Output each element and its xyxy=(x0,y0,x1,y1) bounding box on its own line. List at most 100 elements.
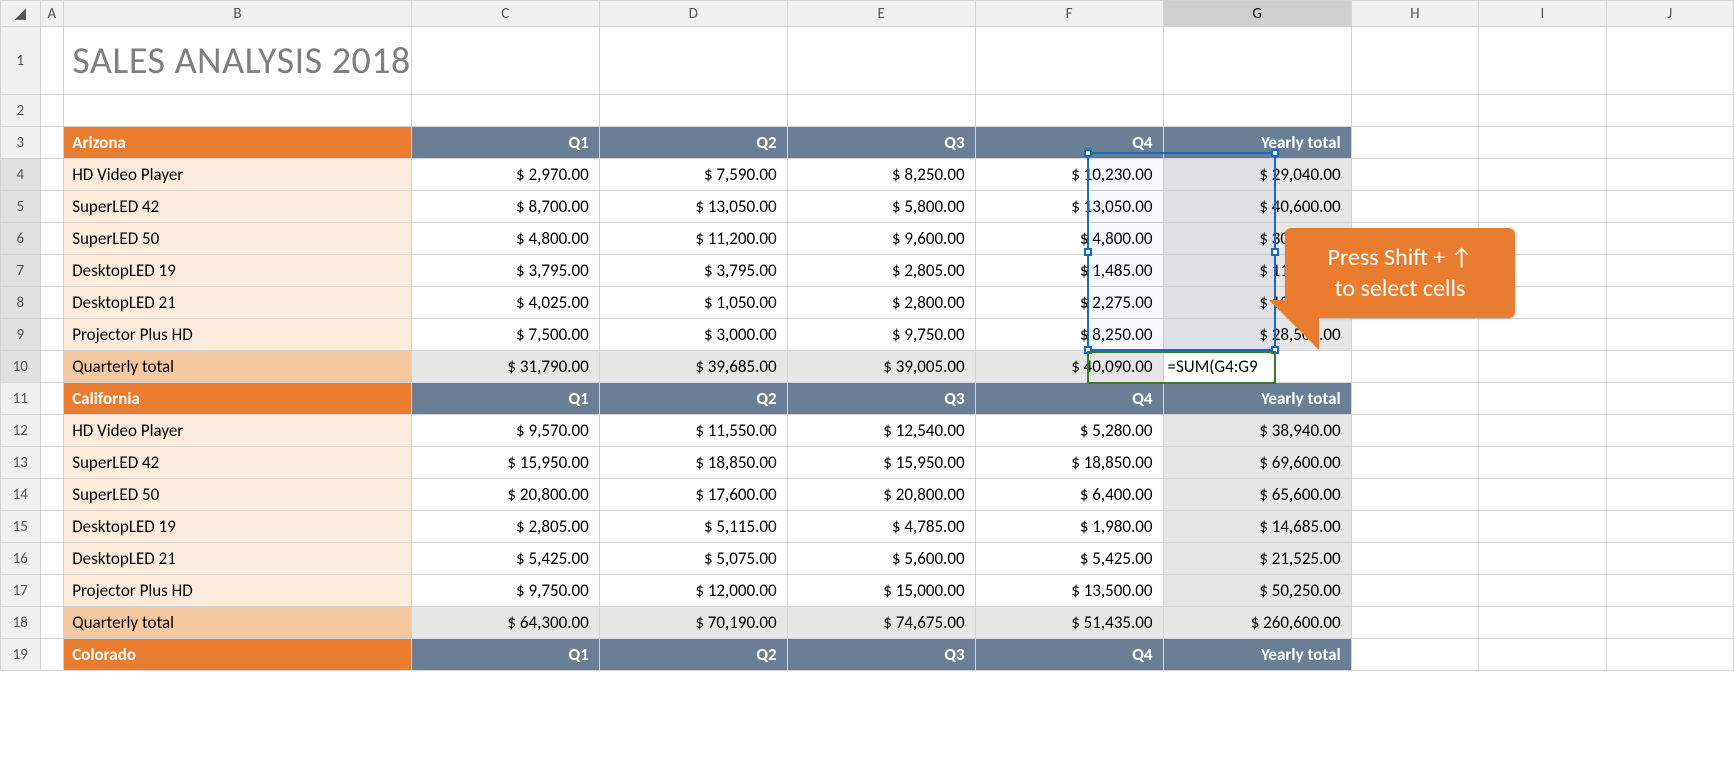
cell[interactable] xyxy=(1479,319,1606,351)
cell[interactable]: $ 7,590.00 xyxy=(599,159,787,191)
cell[interactable] xyxy=(40,543,64,575)
row-header-12[interactable]: 12 xyxy=(1,415,41,447)
cell[interactable] xyxy=(40,639,64,671)
cell[interactable] xyxy=(1606,479,1733,511)
quarterly-total-label[interactable]: Quarterly total xyxy=(64,351,412,383)
col-header-H[interactable]: H xyxy=(1351,1,1478,27)
row-header-16[interactable]: 16 xyxy=(1,543,41,575)
cell[interactable] xyxy=(1606,351,1733,383)
cell[interactable] xyxy=(40,575,64,607)
cell[interactable]: $ 12,540.00 xyxy=(787,415,975,447)
cell[interactable] xyxy=(1606,575,1733,607)
cell[interactable]: $ 1,980.00 xyxy=(975,511,1163,543)
cell[interactable]: $ 12,000.00 xyxy=(599,575,787,607)
cell[interactable]: $ 20,800.00 xyxy=(411,479,599,511)
region-header-california[interactable]: California xyxy=(64,383,412,415)
cell[interactable]: $ 2,800.00 xyxy=(787,287,975,319)
cell[interactable] xyxy=(40,447,64,479)
col-header-C[interactable]: C xyxy=(411,1,599,27)
row-header-11[interactable]: 11 xyxy=(1,383,41,415)
cell[interactable]: $ 13,500.00 xyxy=(975,575,1163,607)
cell[interactable]: $ 18,850.00 xyxy=(599,447,787,479)
cell[interactable]: $ 9,570.00 xyxy=(411,415,599,447)
cell[interactable]: $ 9,600.00 xyxy=(787,223,975,255)
cell[interactable] xyxy=(1606,607,1733,639)
region-header-arizona[interactable]: Arizona xyxy=(64,127,412,159)
cell[interactable] xyxy=(1606,255,1733,287)
row-header-3[interactable]: 3 xyxy=(1,127,41,159)
row-header-2[interactable]: 2 xyxy=(1,95,41,127)
row-header-10[interactable]: 10 xyxy=(1,351,41,383)
product-name[interactable]: DesktopLED 19 xyxy=(64,511,412,543)
col-label-yearly[interactable]: Yearly total xyxy=(1163,639,1351,671)
cell[interactable]: $ 15,000.00 xyxy=(787,575,975,607)
col-header-B[interactable]: B xyxy=(64,1,412,27)
cell[interactable]: $ 8,700.00 xyxy=(411,191,599,223)
cell[interactable]: $ 5,800.00 xyxy=(787,191,975,223)
col-header-G[interactable]: G xyxy=(1163,1,1351,27)
cell[interactable] xyxy=(1351,127,1478,159)
cell[interactable]: $ 3,000.00 xyxy=(599,319,787,351)
cell[interactable] xyxy=(1479,607,1606,639)
cell[interactable] xyxy=(1351,447,1478,479)
cell[interactable]: $ 1,050.00 xyxy=(599,287,787,319)
cell[interactable] xyxy=(1479,639,1606,671)
cell[interactable] xyxy=(40,27,64,95)
cell[interactable] xyxy=(1606,447,1733,479)
cell[interactable] xyxy=(40,287,64,319)
cell[interactable] xyxy=(64,95,412,127)
col-label-yearly[interactable]: Yearly total xyxy=(1163,383,1351,415)
cell[interactable]: $ 2,970.00 xyxy=(411,159,599,191)
formula-input-cell[interactable]: =SUM(G4:G9 xyxy=(1163,351,1351,383)
cell[interactable]: $ 2,805.00 xyxy=(411,511,599,543)
cell[interactable]: $ 6,400.00 xyxy=(975,479,1163,511)
cell[interactable] xyxy=(1351,351,1478,383)
row-header-7[interactable]: 7 xyxy=(1,255,41,287)
cell[interactable] xyxy=(1606,543,1733,575)
product-name[interactable]: SuperLED 42 xyxy=(64,191,412,223)
cell[interactable]: $ 5,075.00 xyxy=(599,543,787,575)
cell[interactable] xyxy=(1351,575,1478,607)
cell[interactable]: $ 9,750.00 xyxy=(787,319,975,351)
cell[interactable] xyxy=(1479,575,1606,607)
cell[interactable] xyxy=(40,511,64,543)
cell[interactable]: $ 9,750.00 xyxy=(411,575,599,607)
product-name[interactable]: DesktopLED 21 xyxy=(64,287,412,319)
col-label-q1[interactable]: Q1 xyxy=(411,127,599,159)
row-header-15[interactable]: 15 xyxy=(1,511,41,543)
cell[interactable]: $ 21,525.00 xyxy=(1163,543,1351,575)
cell[interactable]: $ 5,115.00 xyxy=(599,511,787,543)
cell[interactable]: $ 11,200.00 xyxy=(599,223,787,255)
cell[interactable] xyxy=(1606,319,1733,351)
cell[interactable]: $ 3,795.00 xyxy=(599,255,787,287)
col-label-q4[interactable]: Q4 xyxy=(975,127,1163,159)
cell[interactable] xyxy=(975,95,1163,127)
cell[interactable] xyxy=(1351,27,1478,95)
cell[interactable] xyxy=(1479,447,1606,479)
cell[interactable] xyxy=(1606,127,1733,159)
cell[interactable]: $ 5,425.00 xyxy=(411,543,599,575)
row-header-18[interactable]: 18 xyxy=(1,607,41,639)
cell[interactable]: $ 40,600.00 xyxy=(1163,191,1351,223)
row-header-8[interactable]: 8 xyxy=(1,287,41,319)
cell[interactable] xyxy=(599,95,787,127)
cell[interactable]: $ 8,250.00 xyxy=(975,319,1163,351)
row-header-4[interactable]: 4 xyxy=(1,159,41,191)
cell[interactable] xyxy=(40,383,64,415)
cell[interactable] xyxy=(1479,415,1606,447)
cell[interactable]: $ 17,600.00 xyxy=(599,479,787,511)
cell[interactable]: $ 3,795.00 xyxy=(411,255,599,287)
cell[interactable]: $ 5,425.00 xyxy=(975,543,1163,575)
col-label-q3[interactable]: Q3 xyxy=(787,383,975,415)
cell[interactable]: $ 7,500.00 xyxy=(411,319,599,351)
col-label-q2[interactable]: Q2 xyxy=(599,383,787,415)
row-header-5[interactable]: 5 xyxy=(1,191,41,223)
product-name[interactable]: SuperLED 50 xyxy=(64,479,412,511)
cell[interactable] xyxy=(1479,127,1606,159)
col-label-q3[interactable]: Q3 xyxy=(787,639,975,671)
cell[interactable]: $ 1,485.00 xyxy=(975,255,1163,287)
grid[interactable]: ◢ A B C D E F G H I J 1 SALES ANALYSIS 2… xyxy=(0,0,1734,671)
cell[interactable]: $ 5,280.00 xyxy=(975,415,1163,447)
cell[interactable] xyxy=(1606,159,1733,191)
col-header-J[interactable]: J xyxy=(1606,1,1733,27)
